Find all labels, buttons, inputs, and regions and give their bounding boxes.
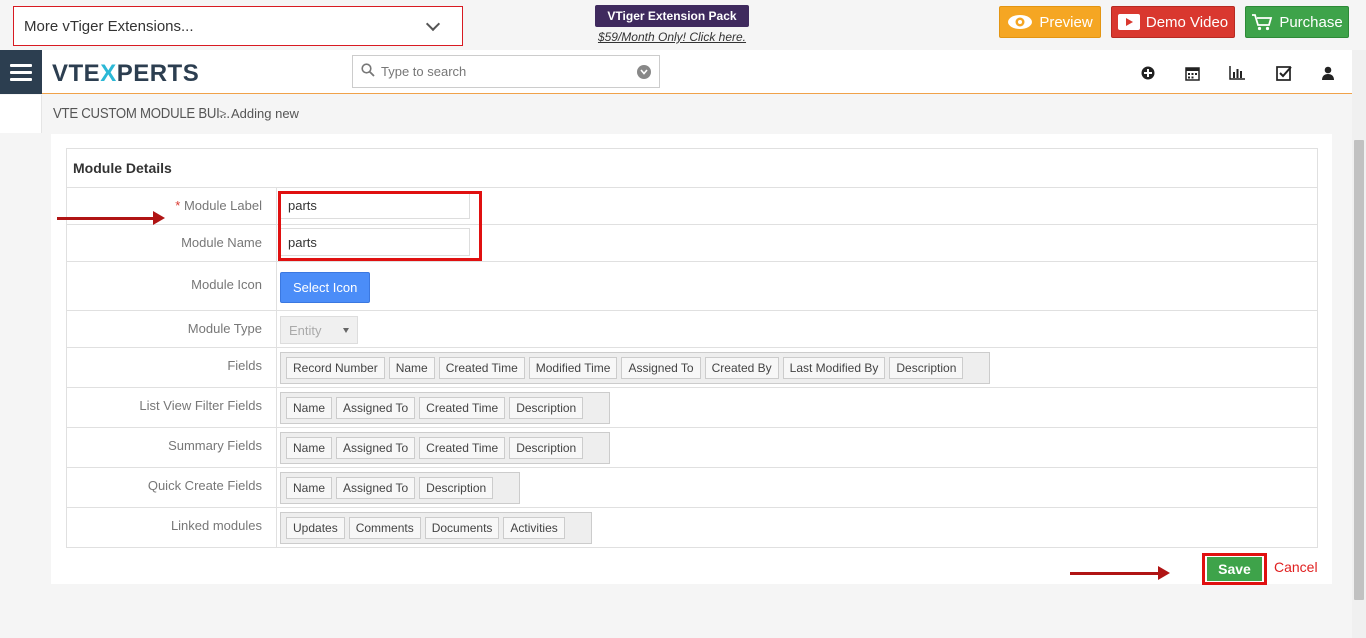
- field-tag[interactable]: Name: [286, 477, 333, 499]
- module-label-input[interactable]: [280, 191, 470, 219]
- field-tag[interactable]: Assigned To: [336, 477, 416, 499]
- breadcrumb-module[interactable]: VTE CUSTOM MODULE BUI...: [53, 105, 230, 122]
- module-name-input[interactable]: [280, 228, 470, 256]
- vtexperts-logo[interactable]: VTEXPERTS: [52, 60, 199, 88]
- field-tag[interactable]: Description: [509, 437, 584, 459]
- add-plus-icon[interactable]: [1139, 64, 1157, 82]
- annotation-arrow: [57, 211, 165, 225]
- scrollbar-thumb[interactable]: [1354, 140, 1364, 600]
- preview-button[interactable]: Preview: [999, 6, 1101, 38]
- module-icon-label: Module Icon: [66, 261, 277, 311]
- purchase-label: Purchase: [1279, 13, 1343, 31]
- field-tag[interactable]: Record Number: [286, 357, 385, 379]
- calendar-icon[interactable]: [1183, 64, 1201, 82]
- chevron-down-icon: [425, 16, 441, 31]
- field-tag[interactable]: Created Time: [438, 357, 525, 379]
- module-type-label: Module Type: [66, 310, 277, 348]
- fields-label: Fields: [66, 347, 277, 388]
- field-tag[interactable]: Description: [509, 397, 584, 419]
- search-icon: [361, 63, 375, 80]
- hamburger-menu-icon[interactable]: [0, 50, 42, 94]
- field-tag[interactable]: Activities: [503, 517, 565, 539]
- eye-icon: [1007, 14, 1033, 30]
- extension-pack-badge[interactable]: VTiger Extension Pack: [595, 5, 749, 27]
- sidebar-stub: [0, 95, 42, 133]
- field-tag[interactable]: Name: [286, 397, 333, 419]
- module-type-value: Entity: [289, 322, 322, 338]
- summary-fields-label: Summary Fields: [66, 427, 277, 468]
- linked-modules-label: Linked modules: [66, 507, 277, 548]
- required-mark: *: [175, 198, 181, 213]
- linked-modules-tag-box[interactable]: Updates Comments Documents Activities: [280, 512, 592, 544]
- breadcrumb-current: Adding new: [231, 106, 299, 121]
- field-tag[interactable]: Name: [388, 357, 435, 379]
- page-scrollbar[interactable]: [1352, 50, 1366, 638]
- extension-pack-link[interactable]: $59/Month Only! Click here.: [595, 30, 749, 44]
- field-tag[interactable]: Description: [419, 477, 494, 499]
- extensions-dropdown-label: More vTiger Extensions...: [24, 17, 194, 35]
- caret-down-icon: [343, 327, 349, 333]
- app-header: VTEXPERTS: [0, 50, 1366, 94]
- logo-x: X: [100, 60, 117, 87]
- summary-fields-tag-box[interactable]: Name Assigned To Created Time Description: [280, 432, 611, 464]
- annotation-save-arrow: [1070, 566, 1170, 580]
- field-tag[interactable]: Assigned To: [336, 397, 416, 419]
- purchase-button[interactable]: Purchase: [1245, 6, 1349, 38]
- extensions-dropdown[interactable]: More vTiger Extensions...: [13, 6, 463, 46]
- field-tag[interactable]: Modified Time: [528, 357, 618, 379]
- field-tag[interactable]: Documents: [424, 517, 500, 539]
- global-search: [352, 55, 660, 88]
- module-details-panel: Module Details * Module Label Module Nam…: [51, 134, 1332, 584]
- user-profile-icon[interactable]: [1319, 64, 1337, 82]
- breadcrumb-separator: >: [219, 106, 227, 121]
- field-tag[interactable]: Created By: [704, 357, 779, 379]
- field-tag[interactable]: Created Time: [419, 397, 506, 419]
- search-input[interactable]: [381, 64, 637, 79]
- field-tag[interactable]: Name: [286, 437, 333, 459]
- demo-video-label: Demo Video: [1145, 13, 1229, 31]
- field-tag[interactable]: Created Time: [419, 437, 506, 459]
- extension-pack: VTiger Extension Pack $59/Month Only! Cl…: [595, 5, 749, 44]
- list-view-fields-tag-box[interactable]: Name Assigned To Created Time Description: [280, 392, 611, 424]
- breadcrumb: VTE CUSTOM MODULE BUI... > Adding new: [0, 95, 1366, 133]
- logo-part-1: VTE: [52, 60, 101, 87]
- select-icon-button[interactable]: Select Icon: [280, 272, 371, 303]
- field-tag[interactable]: Last Modified By: [782, 357, 886, 379]
- field-tag[interactable]: Assigned To: [621, 357, 701, 379]
- quick-create-fields-tag-box[interactable]: Name Assigned To Description: [280, 472, 521, 504]
- field-tag[interactable]: Description: [889, 357, 964, 379]
- quick-create-fields-label: Quick Create Fields: [66, 467, 277, 508]
- list-view-filter-fields-label: List View Filter Fields: [66, 387, 277, 428]
- tasks-checkbox-icon[interactable]: [1275, 64, 1293, 82]
- fields-tag-box[interactable]: Record Number Name Created Time Modified Ti…: [280, 352, 991, 384]
- preview-label: Preview: [1039, 13, 1093, 31]
- logo-part-2: PERTS: [116, 60, 200, 87]
- bar-chart-icon[interactable]: [1228, 64, 1246, 82]
- module-name-label: Module Name: [66, 224, 277, 262]
- section-title: Module Details: [66, 148, 1318, 188]
- promo-bar: More vTiger Extensions... VTiger Extensi…: [0, 0, 1366, 50]
- cart-icon: [1251, 13, 1273, 31]
- field-tag[interactable]: Assigned To: [336, 437, 416, 459]
- field-tag[interactable]: Comments: [348, 517, 421, 539]
- field-tag[interactable]: Updates: [286, 517, 345, 539]
- save-button[interactable]: Save: [1207, 557, 1262, 581]
- play-video-icon: [1117, 14, 1140, 30]
- cancel-link[interactable]: Cancel: [1274, 559, 1318, 575]
- demo-video-button[interactable]: Demo Video: [1111, 6, 1235, 38]
- search-options-icon[interactable]: [637, 64, 651, 79]
- module-details-form: Module Details * Module Label Module Nam…: [66, 148, 1318, 548]
- module-type-select: Entity: [280, 316, 358, 344]
